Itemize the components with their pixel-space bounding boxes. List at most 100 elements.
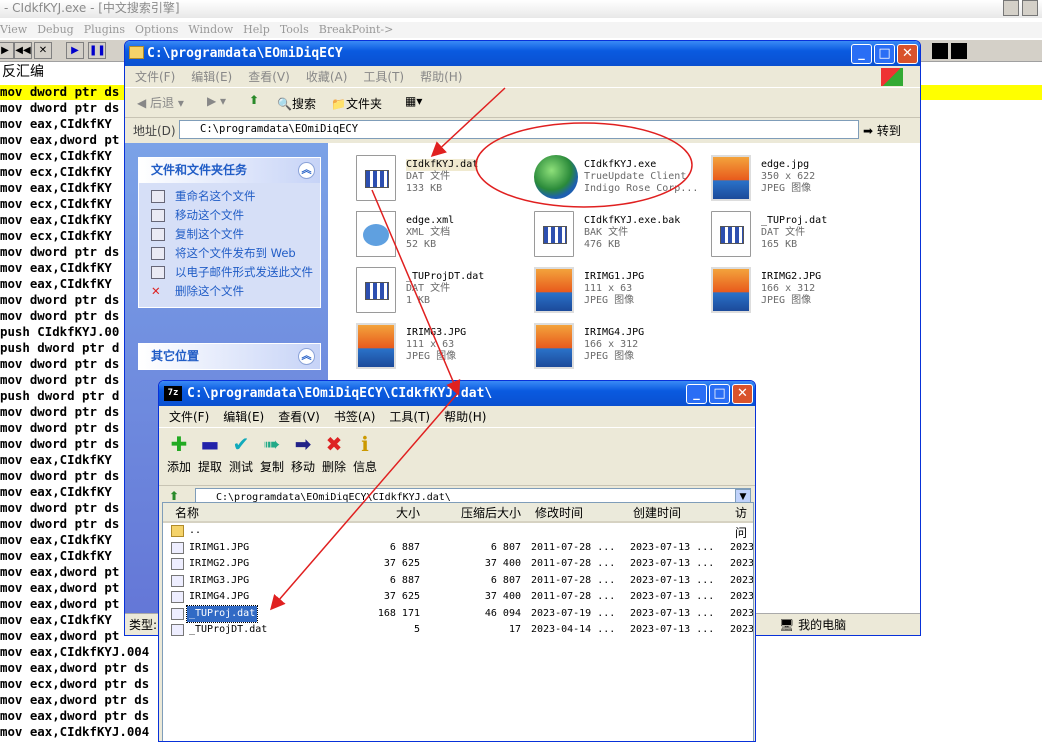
debugger-title-bar: - CIdkfKYJ.exe - [中文搜索引擎] [0, 0, 1042, 18]
views-button[interactable]: ▦▾ [405, 94, 422, 108]
table-row[interactable]: _TUProj.dat 168 171 46 094 2023-07-19 ... 20… [163, 604, 753, 623]
file-item[interactable]: CIdkfKYJ.dat DAT 文件 133 KB [340, 149, 515, 203]
minimize-icon[interactable] [1003, 0, 1019, 16]
menu-item[interactable]: BreakPoint-> [319, 23, 394, 36]
menu-item[interactable]: Window [188, 23, 233, 36]
asm-line[interactable]: mov eax,CIdkfKYJ.004 [0, 644, 149, 660]
toolbar-copy-button[interactable]: ➠ 复制 [256, 432, 288, 475]
menu-item[interactable]: View [0, 23, 27, 36]
back-button[interactable]: ◀ 后退 ▾ [137, 94, 184, 111]
maximize-button[interactable]: □ [709, 384, 730, 404]
pause-icon[interactable]: ❚❚ [88, 42, 106, 59]
search-button[interactable]: 🔍搜索 [277, 95, 316, 112]
table-row[interactable]: IRIMG2.JPG 37 625 37 400 2011-07-28 ... 2023… [163, 556, 753, 573]
column-header[interactable]: 修改时间 [535, 503, 583, 523]
toolbar-extract-button[interactable]: ▬ 提取 [194, 432, 226, 475]
file-item[interactable]: CIdkfKYJ.exe TrueUpdate Client Indigo Rose… [518, 149, 698, 203]
menu-item[interactable]: 编辑(E) [223, 410, 264, 424]
collapse-icon[interactable]: ︽ [298, 348, 315, 365]
menu-item[interactable]: Help [243, 23, 270, 36]
menu-item[interactable]: 查看(V) [278, 410, 320, 424]
asm-line[interactable]: mov eax,CIdkfKYJ.004 [0, 724, 149, 740]
menu-item[interactable]: Plugins [84, 23, 125, 36]
menu-item[interactable]: 工具(T) [363, 70, 404, 84]
menu-item[interactable]: 帮助(H) [444, 410, 486, 424]
address-input[interactable]: C:\programdata\EOmiDiqECY [179, 120, 859, 139]
file-item[interactable]: edge.jpg 350 x 622 JPEG 图像 [695, 149, 870, 203]
task-item[interactable]: 以电子邮件形式发送此文件 [139, 263, 320, 282]
menu-item[interactable]: Options [135, 23, 178, 36]
menu-item[interactable]: 工具(T) [389, 410, 430, 424]
up-folder-icon[interactable]: ⬆ [249, 93, 259, 107]
menu-item[interactable]: 文件(F) [135, 70, 175, 84]
go-button[interactable]: ➡ 转到 [863, 122, 901, 139]
file-detail: 165 KB [761, 239, 798, 250]
file-tasks-title[interactable]: 文件和文件夹任务 ︽ [139, 158, 320, 183]
cell-name: IRIMG1.JPG [189, 541, 250, 553]
toolbar-move-button[interactable]: ➡ 移动 [287, 432, 319, 475]
task-item[interactable]: 重命名这个文件 [139, 187, 320, 206]
task-item[interactable]: ✕ 删除这个文件 [139, 282, 320, 301]
toolbar-button[interactable] [951, 43, 967, 59]
asm-line[interactable]: mov ecx,dword ptr ds [0, 676, 149, 692]
table-row[interactable]: IRIMG1.JPG 6 887 6 807 2011-07-28 ... 2023-0… [163, 540, 753, 557]
file-item[interactable]: IRIMG3.JPG 111 x 63 JPEG 图像 [340, 317, 515, 371]
file-item[interactable]: IRIMG4.JPG 166 x 312 JPEG 图像 [518, 317, 693, 371]
go-label: 转到 [876, 124, 901, 138]
toolbar-add-button[interactable]: ✚ 添加 [163, 432, 195, 475]
menu-item[interactable]: 查看(V) [248, 70, 290, 84]
toolbar-button[interactable] [932, 43, 948, 59]
table-row[interactable]: _TUProjDT.dat 5 17 2023-04-14 ... 2023-07-13… [163, 622, 753, 639]
column-header[interactable]: 名称 [175, 503, 199, 523]
column-header[interactable]: 大小 [368, 503, 420, 523]
task-item[interactable]: 复制这个文件 [139, 225, 320, 244]
close-button[interactable]: ✕ [897, 44, 918, 64]
file-item[interactable]: _TUProjDT.dat DAT 文件 1 KB [340, 261, 515, 315]
menu-item[interactable]: 编辑(E) [191, 70, 232, 84]
other-places-title[interactable]: 其它位置 ︽ [139, 344, 320, 369]
close-icon[interactable]: ✕ [34, 42, 52, 59]
file-item[interactable]: IRIMG1.JPG 111 x 63 JPEG 图像 [518, 261, 693, 315]
rewind-icon[interactable]: ◀◀ [14, 42, 32, 59]
table-row[interactable]: .. [163, 523, 753, 540]
close-button[interactable]: ✕ [732, 384, 753, 404]
collapse-icon[interactable]: ︽ [298, 162, 315, 179]
folders-button[interactable]: 📁文件夹 [331, 95, 382, 112]
minimize-button[interactable]: _ [851, 44, 872, 64]
up-folder-icon[interactable]: ⬆ [169, 489, 179, 503]
file-item[interactable]: CIdkfKYJ.exe.bak BAK 文件 476 KB [518, 205, 693, 259]
asm-line[interactable]: mov eax,dword ptr ds [0, 660, 149, 676]
file-detail: JPEG 图像 [584, 351, 635, 362]
column-header[interactable]: 压缩后大小 [425, 503, 521, 523]
explorer-title-bar: C:\programdata\EOmiDiqECY _ □ ✕ [125, 41, 920, 66]
column-header[interactable]: 创建时间 [633, 503, 681, 523]
file-name: CIdkfKYJ.exe.bak [584, 215, 681, 226]
run-icon[interactable]: ▶ [66, 42, 84, 59]
menu-item[interactable]: Debug [37, 23, 74, 36]
task-item[interactable]: 移动这个文件 [139, 206, 320, 225]
menu-item[interactable]: Tools [280, 23, 309, 36]
menu-item[interactable]: 收藏(A) [306, 70, 348, 84]
toolbar-delete-button[interactable]: ✖ 删除 [318, 432, 350, 475]
menu-item[interactable]: 帮助(H) [420, 70, 462, 84]
file-item[interactable]: edge.xml XML 文档 52 KB [340, 205, 515, 259]
file-detail: XML 文档 [406, 227, 451, 238]
menu-item[interactable]: 文件(F) [169, 410, 209, 424]
asm-line[interactable]: mov eax,dword ptr ds [0, 692, 149, 708]
asm-line[interactable]: mov eax,dword ptr ds [0, 708, 149, 724]
file-item[interactable]: IRIMG2.JPG 166 x 312 JPEG 图像 [695, 261, 870, 315]
minimize-button[interactable]: _ [686, 384, 707, 404]
info-icon: ℹ [361, 432, 369, 456]
file-icon [171, 574, 184, 587]
forward-button[interactable]: ▶ ▾ [207, 94, 226, 108]
toolbar-info-button[interactable]: ℹ 信息 [349, 432, 381, 475]
toolbar-test-button[interactable]: ✔ 测试 [225, 432, 257, 475]
table-row[interactable]: IRIMG4.JPG 37 625 37 400 2011-07-28 ... 2023… [163, 589, 753, 606]
menu-item[interactable]: 书签(A) [334, 410, 376, 424]
file-item[interactable]: _TUProj.dat DAT 文件 165 KB [695, 205, 870, 259]
task-item[interactable]: 将这个文件发布到 Web [139, 244, 320, 263]
table-row[interactable]: IRIMG3.JPG 6 887 6 807 2011-07-28 ... 2023-0… [163, 573, 753, 590]
open-icon[interactable]: ▶ [0, 42, 14, 59]
maximize-button[interactable]: □ [874, 44, 895, 64]
maximize-icon[interactable] [1022, 0, 1038, 16]
